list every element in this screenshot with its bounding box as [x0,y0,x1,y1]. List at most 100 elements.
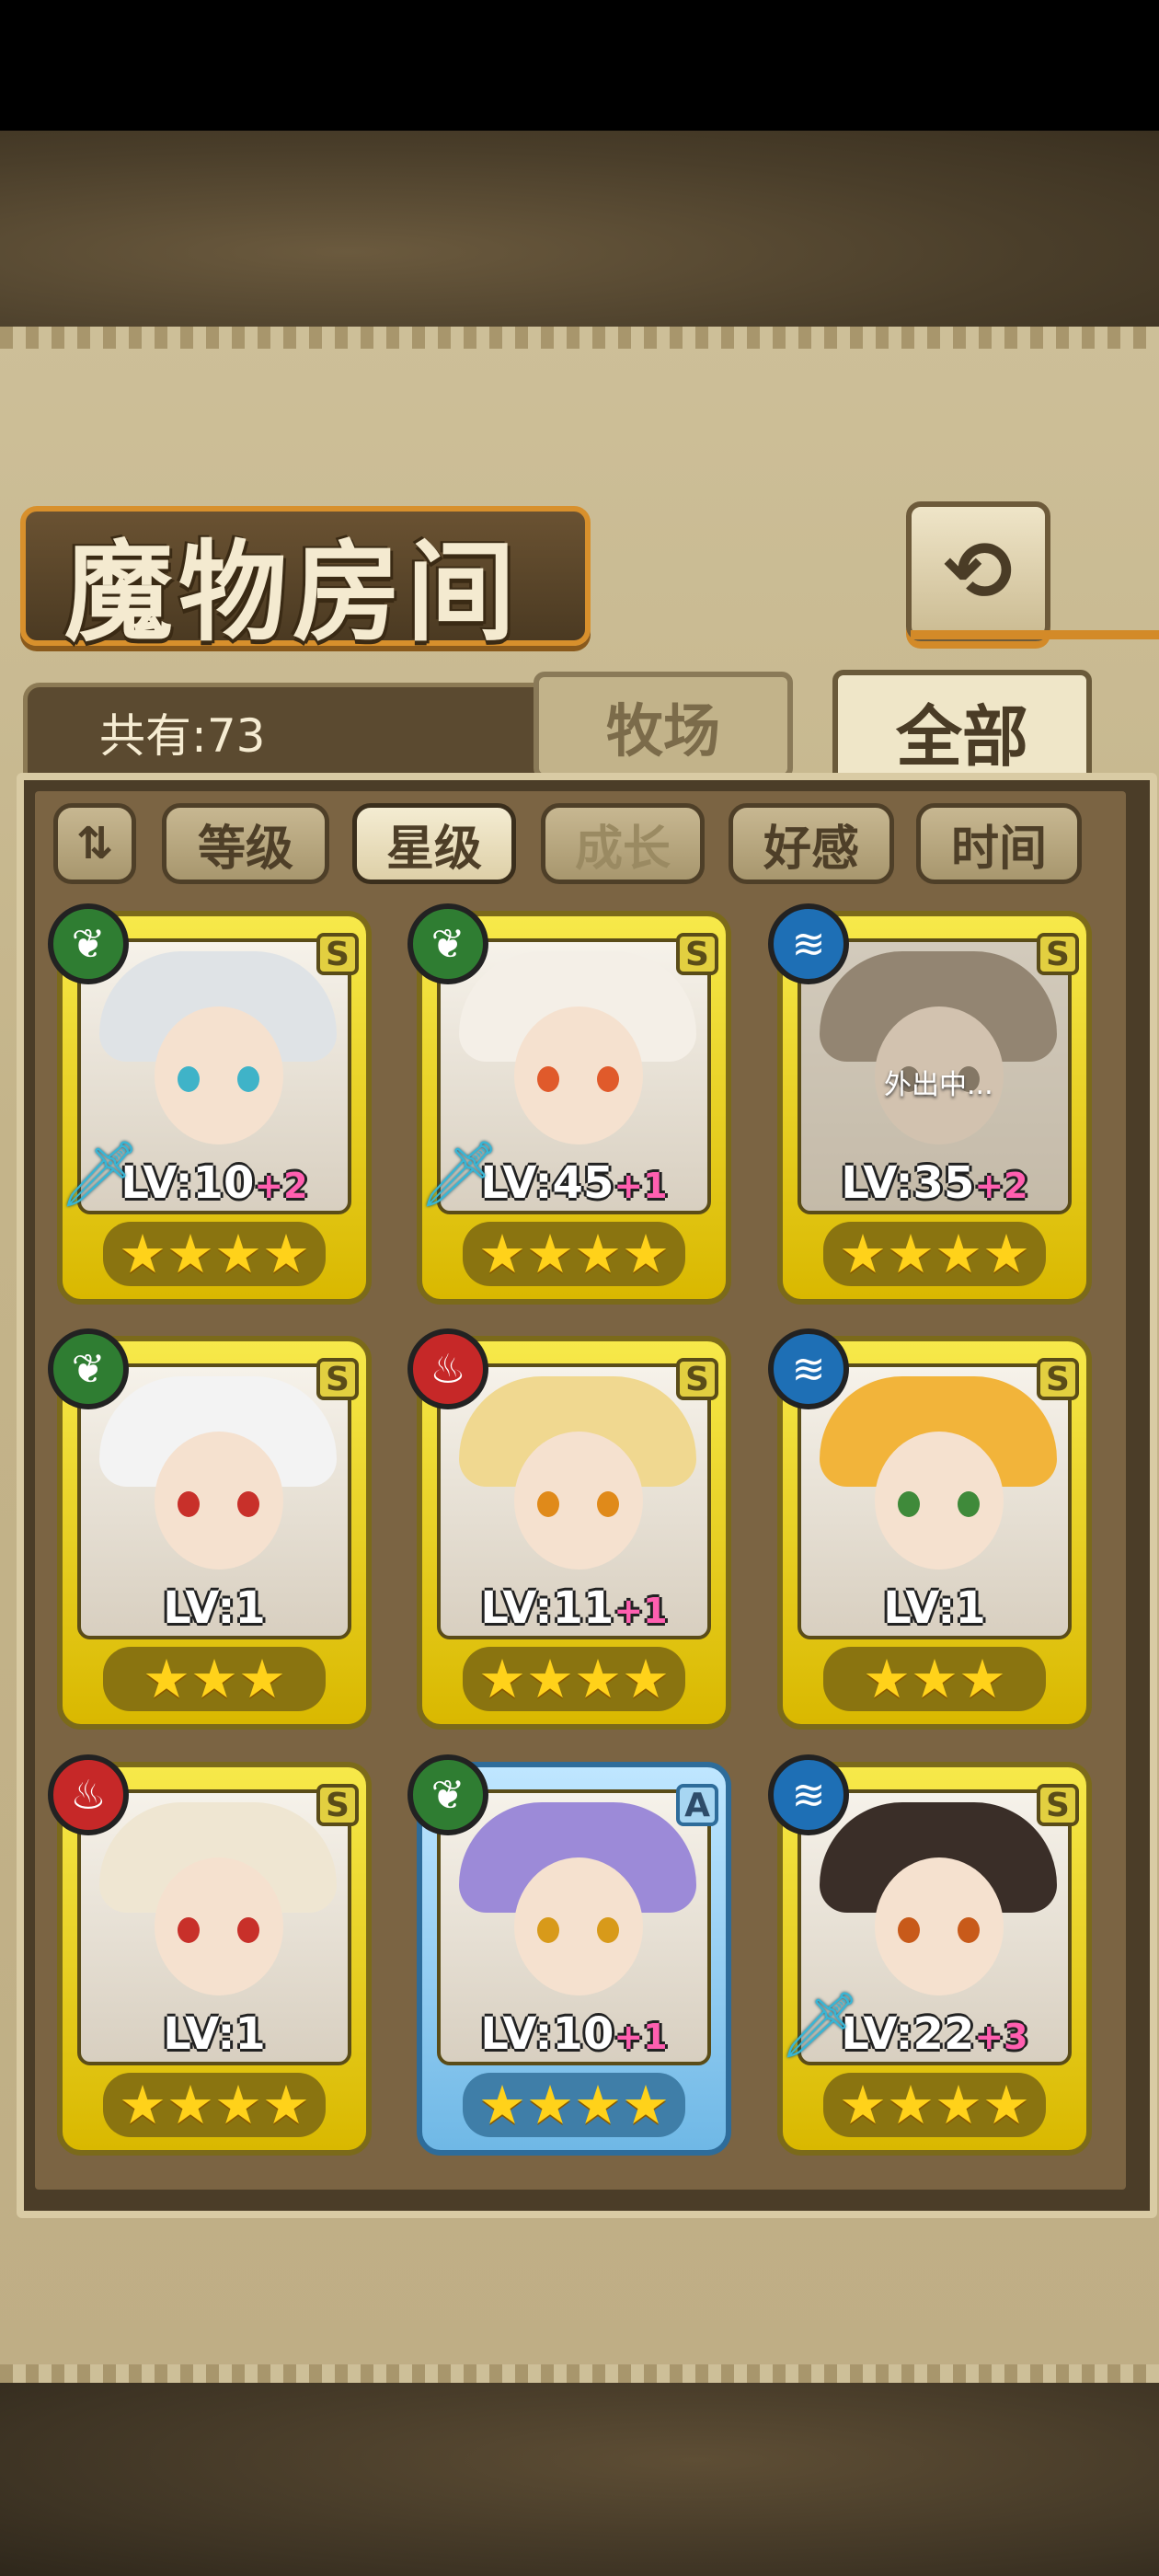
sort-order-button[interactable]: ⇅ [53,803,136,884]
portrait-eye [537,1917,559,1943]
level-value: LV:45 [480,1157,614,1209]
level-value: LV:22 [841,2008,975,2060]
page-title: 魔物房间 [64,528,522,656]
monster-card[interactable]: ❦ S LV:1 ★★★ [48,1328,372,1730]
rank-badge: S [1037,933,1079,975]
back-button[interactable]: ⟲ [906,501,1050,641]
element-icon: ❦ [407,903,488,984]
stars-icon: ★★★★ [478,1648,670,1710]
monster-card[interactable]: ❦ S LV:10+2 ★★★★ 🗡 [48,903,372,1305]
level-value: LV:35 [841,1157,975,1209]
portrait-eye [898,1491,920,1517]
rank-badge: A [676,1784,718,1826]
level-value: LV:1 [883,1582,986,1634]
portrait-eye [237,1491,259,1517]
monster-card[interactable]: ≋ S LV:22+3 ★★★★ 🗡 [768,1754,1092,2156]
monster-card[interactable]: ❦ A LV:10+1 ★★★★ [407,1754,731,2156]
portrait-eye [597,1917,619,1943]
star-rating: ★★★★ [463,1647,685,1711]
monster-card[interactable]: 外出中... ≋ S LV:35+2 ★★★★ [768,903,1092,1305]
level-value: LV:1 [163,1582,266,1634]
level-value: LV:10 [120,1157,255,1209]
sort-icon: ⇅ [75,818,114,869]
outing-label: 外出中... [884,1069,993,1101]
element-icon: ❦ [407,1754,488,1835]
stars-icon: ★★★★ [839,2074,1030,2136]
level-value: LV:10 [480,2008,614,2060]
portrait-eye [958,1917,980,1943]
rank-badge: S [316,1784,359,1826]
element-icon: ≋ [768,1328,849,1409]
status-bar [0,0,1159,131]
star-rating: ★★★★ [463,2073,685,2137]
weapon-icon: 🗡 [779,1987,861,2063]
element-glyph: ❦ [430,1771,465,1819]
portrait-eye [537,1066,559,1092]
level-label: LV:35+2 [777,1157,1092,1209]
star-rating: ★★★★ [823,2073,1046,2137]
element-glyph: ❦ [430,920,465,968]
stars-icon: ★★★★ [839,1223,1030,1285]
level-label: LV:1 [57,2008,372,2060]
star-rating: ★★★ [103,1647,326,1711]
monster-count: 共有:73 [99,709,266,763]
star-rating: ★★★★ [823,1222,1046,1286]
background-map-bottom [0,2383,1159,2576]
portrait-eye [958,1491,980,1517]
stars-icon: ★★★★ [478,1223,670,1285]
element-glyph: ❦ [71,920,106,968]
element-icon: ❦ [48,1328,129,1409]
level-label: LV:10+1 [417,2008,731,2060]
stars-icon: ★★★★ [119,1223,310,1285]
portrait-face [514,1006,643,1144]
portrait-eye [178,1066,200,1092]
portrait-eye [597,1066,619,1092]
tab-farm[interactable]: 牧场 [534,672,793,779]
portrait-eye [237,1066,259,1092]
rank-badge: S [316,1358,359,1400]
rank-badge: S [316,933,359,975]
portrait-eye [237,1917,259,1943]
element-icon: ♨ [407,1328,488,1409]
level-plus: +2 [974,1166,1028,1206]
weapon-icon: 🗡 [59,1136,141,1212]
element-icon: ≋ [768,903,849,984]
portrait-face [155,1857,283,1995]
level-value: LV:1 [163,2008,266,2060]
portrait-face [155,1006,283,1144]
monster-card[interactable]: ≋ S LV:1 ★★★ [768,1328,1092,1730]
element-icon: ≋ [768,1754,849,1835]
monster-card[interactable]: ♨ S LV:1 ★★★★ [48,1754,372,2156]
stars-icon: ★★★★ [478,2074,670,2136]
level-plus: +1 [614,2017,668,2057]
portrait-face [875,1857,1004,1995]
monster-card[interactable]: ❦ S LV:45+1 ★★★★ 🗡 [407,903,731,1305]
level-value: LV:11 [480,1582,614,1634]
monster-card[interactable]: ♨ S LV:11+1 ★★★★ [407,1328,731,1730]
star-rating: ★★★★ [463,1222,685,1286]
element-glyph: ❦ [71,1345,106,1393]
parchment-edge-top [0,327,1159,349]
element-glyph: ♨ [430,1345,466,1393]
portrait-eye [597,1491,619,1517]
level-label: LV:1 [57,1582,372,1634]
filter-affection[interactable]: 好感 [729,803,894,884]
level-plus: +2 [254,1166,308,1206]
filter-time[interactable]: 时间 [916,803,1082,884]
element-glyph: ♨ [70,1771,107,1819]
element-icon: ♨ [48,1754,129,1835]
portrait-eye [537,1491,559,1517]
star-rating: ★★★ [823,1647,1046,1711]
filter-level[interactable]: 等级 [162,803,329,884]
star-rating: ★★★★ [103,1222,326,1286]
filter-star[interactable]: 星级 [352,803,516,884]
level-plus: +1 [614,1591,668,1631]
portrait-face [875,1432,1004,1570]
element-glyph: ≋ [791,1345,826,1393]
level-label: LV:1 [777,1582,1092,1634]
filter-growth[interactable]: 成长 [541,803,705,884]
portrait-face [155,1432,283,1570]
weapon-icon: 🗡 [419,1136,500,1212]
portrait-eye [178,1491,200,1517]
element-glyph: ≋ [791,920,826,968]
